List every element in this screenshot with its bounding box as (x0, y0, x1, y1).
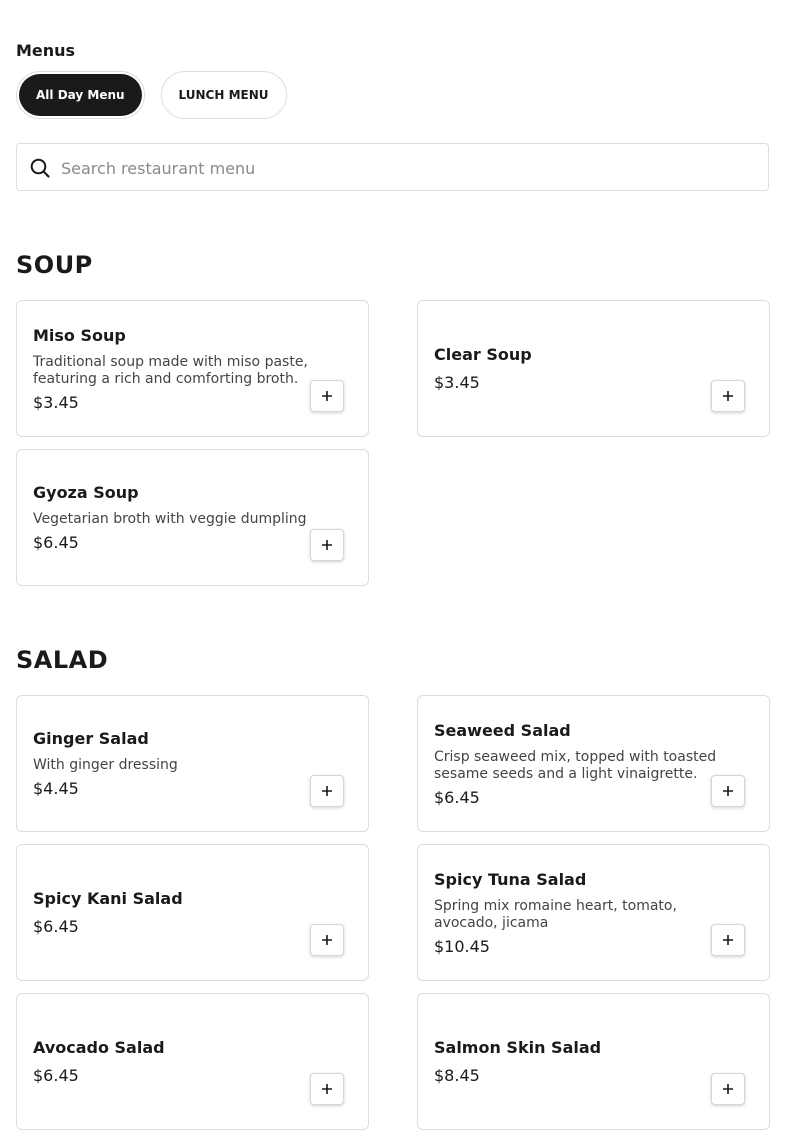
add-item-button[interactable] (310, 380, 344, 412)
menu-item-card[interactable]: Seaweed Salad Crisp seaweed mix, topped … (417, 695, 770, 832)
item-price: $6.45 (33, 533, 79, 552)
item-price: $3.45 (434, 373, 480, 392)
section-title-salad: SALAD (16, 646, 109, 674)
item-description: Spring mix romaine heart, tomato, avocad… (434, 897, 677, 931)
add-item-button[interactable] (711, 380, 745, 412)
menus-heading: Menus (16, 41, 76, 60)
add-item-button[interactable] (310, 924, 344, 956)
item-price: $8.45 (434, 1066, 480, 1085)
add-item-button[interactable] (310, 775, 344, 807)
menu-item-card[interactable]: Salmon Skin Salad $8.45 (417, 993, 770, 1130)
item-price: $6.45 (434, 787, 480, 807)
item-name: Clear Soup (434, 345, 532, 364)
search-bar (16, 143, 769, 192)
tab-all-day-menu-label: All Day Menu (19, 74, 142, 116)
menu-item-card[interactable]: Gyoza Soup Vegetarian broth with veggie … (16, 449, 369, 586)
plus-icon (322, 540, 332, 550)
item-name: Avocado Salad (33, 1038, 165, 1057)
item-name: Salmon Skin Salad (434, 1038, 602, 1057)
plus-icon (723, 786, 733, 796)
menu-item-card[interactable]: Miso Soup Traditional soup made with mis… (16, 300, 369, 437)
item-name: Seaweed Salad (434, 720, 571, 740)
item-price: $3.45 (33, 392, 79, 412)
section-title-soup: SOUP (16, 251, 93, 279)
item-name: Spicy Kani Salad (33, 889, 183, 908)
plus-icon (723, 391, 733, 401)
plus-icon (723, 935, 733, 945)
item-price: $4.45 (33, 779, 79, 798)
add-item-button[interactable] (310, 529, 344, 561)
search-icon (29, 157, 51, 179)
menu-item-card[interactable]: Clear Soup $3.45 (417, 300, 770, 437)
menu-item-card[interactable]: Spicy Kani Salad $6.45 (16, 844, 369, 981)
search-input[interactable] (59, 144, 753, 192)
tab-lunch-menu[interactable]: LUNCH MENU (160, 71, 287, 119)
item-price: $6.45 (33, 1066, 79, 1085)
menu-tabs: All Day Menu LUNCH MENU (16, 71, 287, 119)
add-item-button[interactable] (711, 1073, 745, 1105)
menu-item-card[interactable]: Avocado Salad $6.45 (16, 993, 369, 1130)
item-price: $10.45 (434, 936, 490, 956)
item-price: $6.45 (33, 917, 79, 936)
plus-icon (322, 935, 332, 945)
item-name: Miso Soup (33, 325, 126, 345)
item-description: Vegetarian broth with veggie dumpling (33, 511, 307, 527)
menu-item-card[interactable]: Ginger Salad With ginger dressing $4.45 (16, 695, 369, 832)
plus-icon (322, 391, 332, 401)
item-description: Traditional soup made with miso paste, f… (33, 353, 308, 387)
menu-item-card[interactable]: Spicy Tuna Salad Spring mix romaine hear… (417, 844, 770, 981)
add-item-button[interactable] (711, 775, 745, 807)
add-item-button[interactable] (310, 1073, 344, 1105)
item-name: Gyoza Soup (33, 483, 139, 502)
item-name: Spicy Tuna Salad (434, 869, 587, 889)
item-name: Ginger Salad (33, 729, 149, 748)
plus-icon (322, 786, 332, 796)
item-description: Crisp seaweed mix, topped with toasted s… (434, 748, 717, 782)
item-description: With ginger dressing (33, 757, 178, 773)
tab-all-day-menu[interactable]: All Day Menu (16, 71, 145, 119)
add-item-button[interactable] (711, 924, 745, 956)
